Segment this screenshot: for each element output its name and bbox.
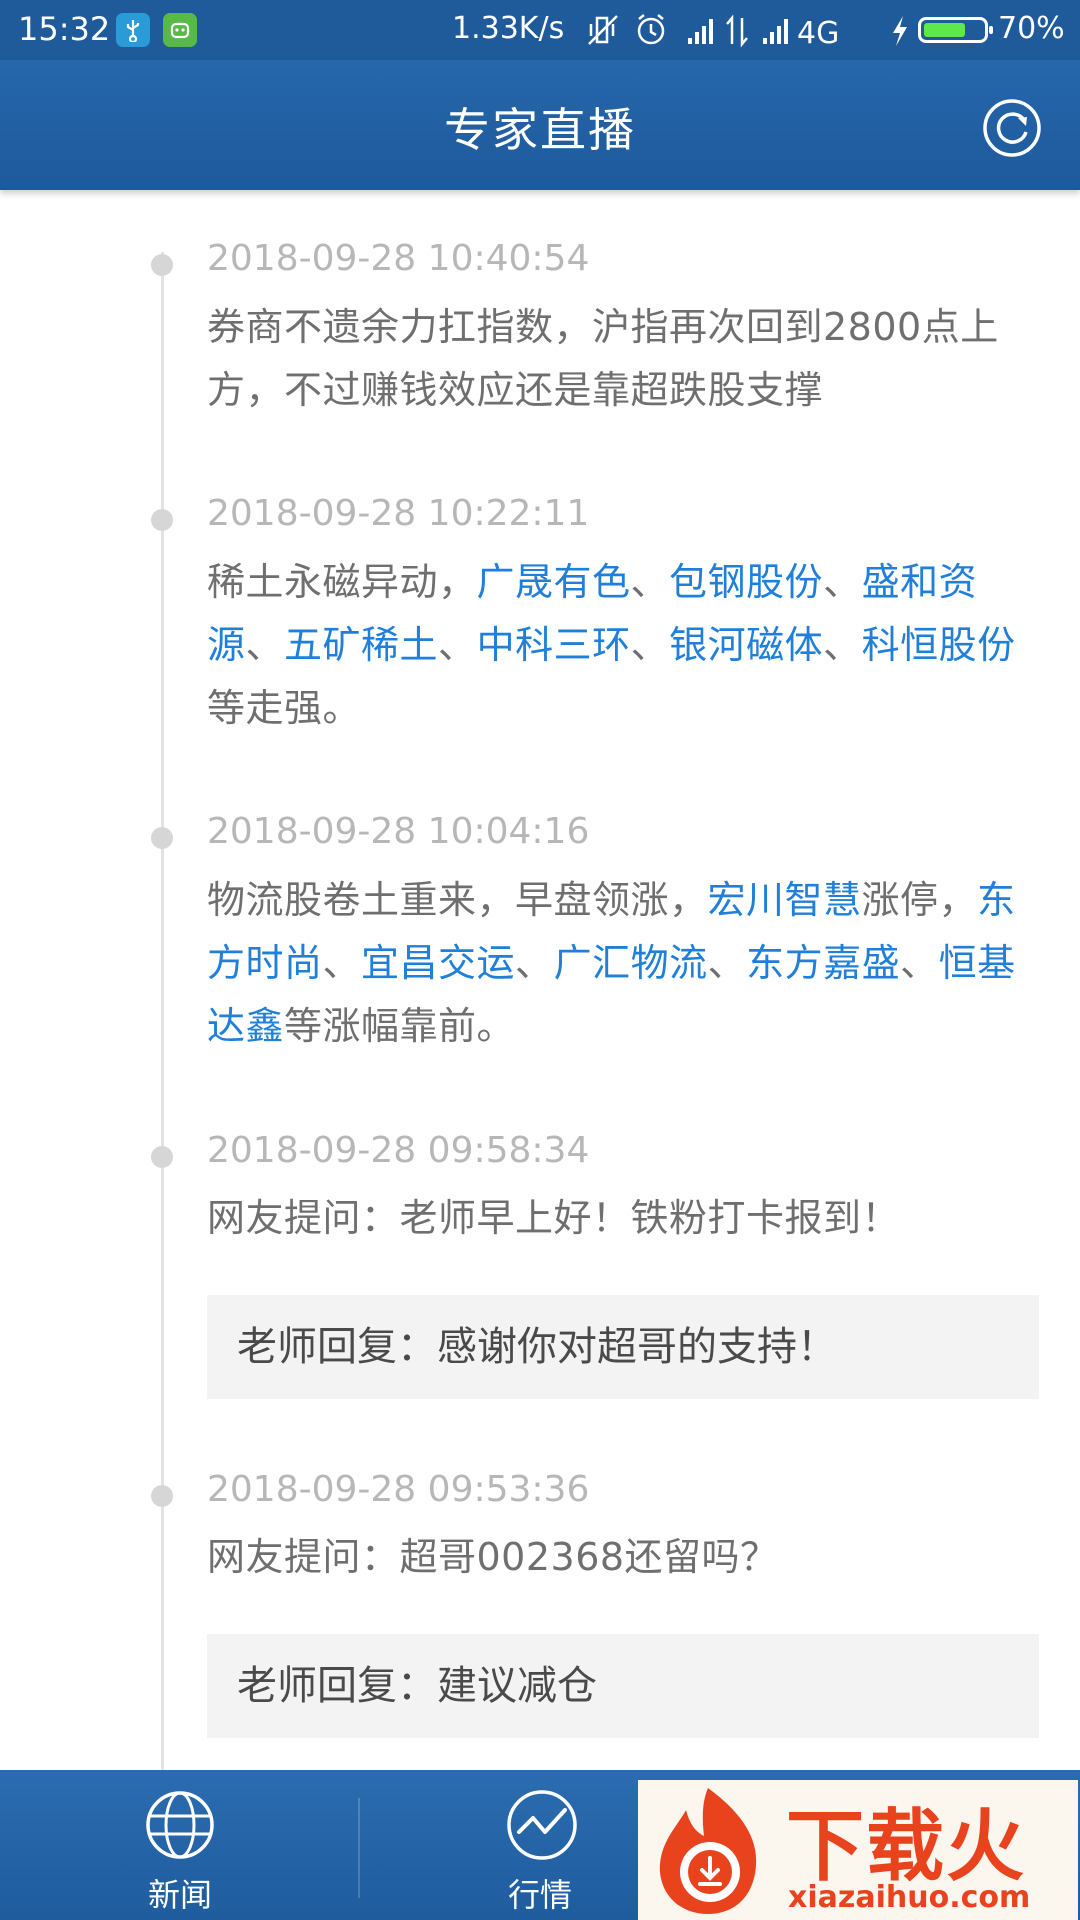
item-content: 券商不遗余力扛指数，沪指再次回到2800点上方，不过赚钱效应还是靠超跌股支撑 bbox=[207, 296, 1027, 422]
watermark-url: xiazaihuo.com bbox=[788, 1880, 1031, 1915]
android-debug-icon bbox=[163, 13, 197, 47]
item-text: 、 bbox=[322, 941, 362, 985]
item-text: 等走强。 bbox=[207, 686, 362, 730]
status-bar: 15:32 1.33K/s 4G 70% bbox=[0, 0, 1080, 60]
item-text: 网友提问：超哥002368还留吗？ bbox=[207, 1535, 779, 1579]
stock-link[interactable]: 宜昌交运 bbox=[361, 941, 515, 985]
item-content: 物流股卷土重来，早盘领涨，宏川智慧涨停，东方时尚、宜昌交运、广汇物流、东方嘉盛、… bbox=[207, 869, 1027, 1058]
watermark-logo: 下载火 xiazaihuo.com bbox=[638, 1780, 1078, 1920]
stock-link[interactable]: 东方嘉盛 bbox=[746, 941, 900, 985]
trend-chart-icon bbox=[507, 1790, 577, 1860]
battery-icon bbox=[918, 17, 993, 43]
stock-link[interactable]: 广晟有色 bbox=[477, 560, 631, 604]
stock-link[interactable]: 科恒股份 bbox=[862, 623, 1016, 667]
item-text: 、 bbox=[900, 941, 939, 985]
status-icons: 4G bbox=[588, 14, 907, 50]
item-text: 等涨幅靠前。 bbox=[284, 1004, 516, 1048]
battery-level bbox=[924, 23, 965, 37]
alarm-icon bbox=[637, 14, 665, 45]
item-text: 网友提问：老师早上好！铁粉打卡报到！ bbox=[207, 1196, 901, 1240]
item-content: 网友提问：超哥002368还留吗？ bbox=[207, 1526, 1027, 1589]
timeline-line bbox=[161, 252, 164, 1770]
item-timestamp: 2018-09-28 10:04:16 bbox=[207, 811, 590, 852]
timeline-dot bbox=[151, 1485, 173, 1507]
data-transfer-icon bbox=[726, 14, 748, 48]
nav-news-label: 新闻 bbox=[147, 1876, 212, 1914]
stock-link[interactable]: 广汇物流 bbox=[554, 941, 708, 985]
item-timestamp: 2018-09-28 10:22:11 bbox=[207, 493, 590, 534]
item-text: 、 bbox=[438, 623, 477, 667]
item-text: 、 bbox=[823, 623, 862, 667]
timeline-dot bbox=[151, 509, 173, 531]
flame-logo-icon bbox=[659, 1788, 757, 1914]
timeline-dot bbox=[151, 1146, 173, 1168]
globe-icon bbox=[146, 1791, 214, 1859]
battery-percent: 70% bbox=[998, 11, 1065, 46]
live-feed[interactable]: 2018-09-28 10:40:54 券商不遗余力扛指数，沪指再次回到2800… bbox=[0, 190, 1080, 1770]
item-text: 稀土永磁异动， bbox=[207, 560, 477, 604]
stock-link[interactable]: 中科三环 bbox=[477, 623, 631, 667]
item-text: 、 bbox=[707, 941, 747, 985]
item-text: 、 bbox=[823, 560, 862, 604]
usb-icon bbox=[116, 13, 150, 47]
teacher-reply: 老师回复：建议减仓 bbox=[207, 1634, 1039, 1738]
app-header: 专家直播 bbox=[0, 60, 1080, 190]
item-text: 涨停， bbox=[861, 878, 978, 922]
item-text: 、 bbox=[515, 941, 554, 985]
stock-link[interactable]: 银河磁体 bbox=[669, 623, 823, 667]
signal-icon-1 bbox=[688, 19, 713, 44]
timeline-dot bbox=[151, 254, 173, 276]
signal-icon-2 bbox=[763, 19, 788, 44]
stock-link[interactable]: 包钢股份 bbox=[669, 560, 823, 604]
timeline-dot bbox=[151, 827, 173, 849]
status-time: 15:32 bbox=[18, 10, 111, 48]
item-timestamp: 2018-09-28 09:58:34 bbox=[207, 1130, 590, 1171]
stock-link[interactable]: 宏川智慧 bbox=[708, 878, 862, 922]
stock-link[interactable]: 五矿稀土 bbox=[284, 623, 438, 667]
item-text: 、 bbox=[630, 560, 670, 604]
net-speed: 1.33K/s bbox=[452, 11, 565, 46]
teacher-reply: 老师回复：感谢你对超哥的支持！ bbox=[207, 1295, 1039, 1399]
mute-vibrate-icon bbox=[588, 15, 618, 45]
item-timestamp: 2018-09-28 10:40:54 bbox=[207, 238, 590, 279]
refresh-icon[interactable] bbox=[982, 98, 1042, 158]
item-timestamp: 2018-09-28 09:53:36 bbox=[207, 1469, 590, 1510]
item-text: 券商不遗余力扛指数，沪指再次回到2800点上方，不过赚钱效应还是靠超跌股支撑 bbox=[207, 305, 999, 412]
nav-news[interactable]: 新闻 bbox=[0, 1770, 360, 1920]
item-content: 网友提问：老师早上好！铁粉打卡报到！ bbox=[207, 1187, 1027, 1250]
charging-icon bbox=[893, 16, 907, 46]
network-type: 4G bbox=[797, 16, 839, 50]
item-content: 稀土永磁异动，广晟有色、包钢股份、盛和资源、五矿稀土、中科三环、银河磁体、科恒股… bbox=[207, 551, 1027, 740]
item-text: 、 bbox=[630, 623, 670, 667]
page-title: 专家直播 bbox=[444, 103, 636, 157]
item-text: 物流股卷土重来，早盘领涨， bbox=[207, 878, 708, 922]
item-text: 、 bbox=[245, 623, 285, 667]
